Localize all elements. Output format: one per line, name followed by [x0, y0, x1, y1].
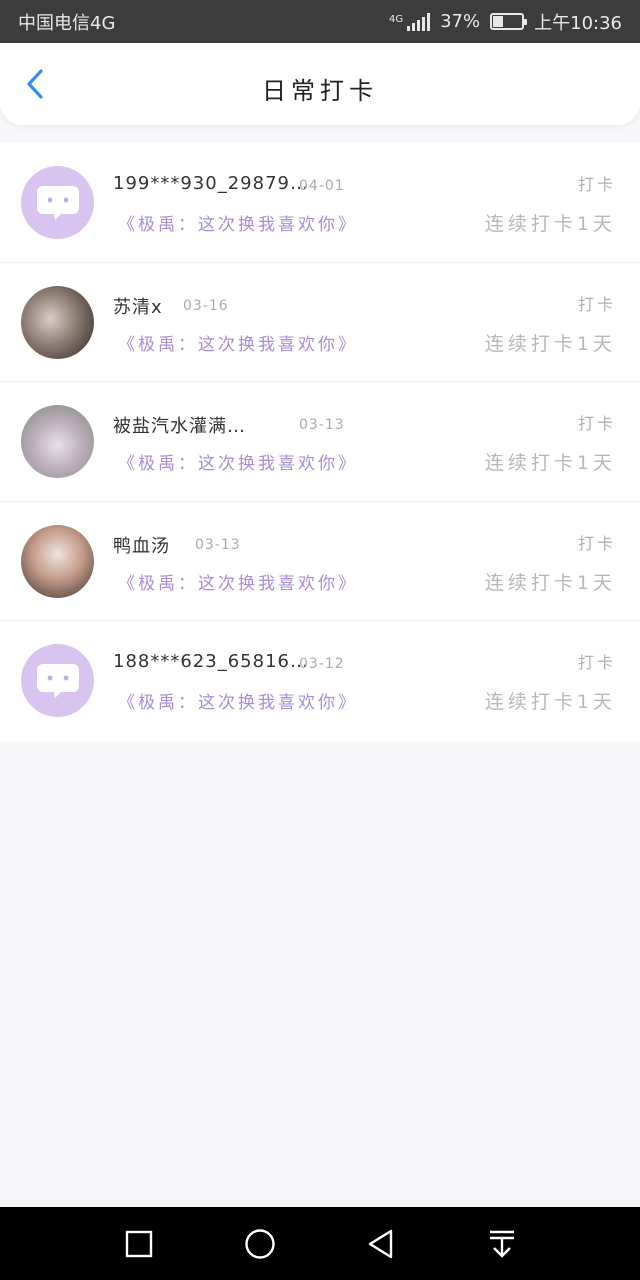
book-title[interactable]: 《极禹：这次换我喜欢你》 — [118, 569, 358, 594]
list-item[interactable]: 188***623_65816… 03-12 《极禹：这次换我喜欢你》 打卡 连… — [0, 621, 640, 741]
status-right: 4G 37% ⚡ 上午10:36 — [389, 9, 622, 35]
streak-label: 连续打卡1天 — [484, 452, 616, 475]
user-name[interactable]: 199***930_29879… — [113, 173, 309, 194]
battery-percent: 37% — [440, 11, 481, 32]
recents-button[interactable] — [119, 1224, 159, 1264]
avatar[interactable] — [21, 405, 94, 479]
streak-label: 连续打卡1天 — [484, 332, 616, 355]
checkin-date: 03-16 — [183, 297, 229, 314]
signal-icon — [407, 12, 431, 31]
checkin-date: 03-13 — [195, 536, 241, 553]
avatar[interactable] — [21, 524, 94, 598]
list-item[interactable]: 被盐汽水灌满… 03-13 《极禹：这次换我喜欢你》 打卡 连续打卡1天 — [0, 382, 640, 502]
checkin-tag: 打卡 — [577, 533, 616, 553]
home-button[interactable] — [240, 1224, 280, 1264]
streak-label: 连续打卡1天 — [484, 213, 616, 235]
pull-down-icon — [489, 1230, 514, 1258]
charging-icon: ⚡ — [503, 16, 511, 27]
streak-label: 连续打卡1天 — [484, 571, 616, 594]
list-item[interactable]: 苏清x 03-16 《极禹：这次换我喜欢你》 打卡 连续打卡1天 — [0, 263, 640, 383]
checkin-tag: 打卡 — [577, 175, 616, 194]
list-item[interactable]: 199***930_29879… 04-01 《极禹：这次换我喜欢你》 打卡 连… — [0, 143, 640, 263]
header: 日常打卡 — [0, 43, 640, 125]
page-title: 日常打卡 — [262, 77, 378, 105]
avatar[interactable] — [21, 285, 94, 359]
square-icon — [125, 1230, 152, 1257]
avatar[interactable] — [21, 644, 94, 718]
user-name[interactable]: 被盐汽水灌满… — [113, 412, 246, 438]
book-title[interactable]: 《极禹：这次换我喜欢你》 — [118, 688, 358, 713]
chat-bubble-icon — [36, 663, 79, 698]
chat-bubble-icon — [36, 185, 79, 220]
system-nav-bar — [0, 1207, 640, 1280]
clock: 上午10:36 — [534, 12, 622, 34]
book-title[interactable]: 《极禹：这次换我喜欢你》 — [118, 449, 358, 474]
streak-label: 连续打卡1天 — [484, 691, 616, 714]
user-name[interactable]: 188***623_65816… — [113, 651, 309, 672]
checkin-tag: 打卡 — [577, 414, 616, 434]
list-item[interactable]: 鸭血汤 03-13 《极禹：这次换我喜欢你》 打卡 连续打卡1天 — [0, 502, 640, 622]
battery-icon: ⚡ — [490, 13, 528, 30]
notification-pull-button[interactable] — [482, 1224, 522, 1264]
book-title[interactable]: 《极禹：这次换我喜欢你》 — [118, 210, 358, 235]
user-name[interactable]: 鸭血汤 — [113, 532, 170, 558]
book-title[interactable]: 《极禹：这次换我喜欢你》 — [118, 330, 358, 355]
user-name[interactable]: 苏清x — [113, 293, 163, 319]
circle-icon — [244, 1228, 275, 1259]
back-nav-button[interactable] — [361, 1224, 401, 1264]
network-type: 4G — [388, 13, 404, 25]
checkin-tag: 打卡 — [577, 294, 616, 314]
checkin-list: 199***930_29879… 04-01 《极禹：这次换我喜欢你》 打卡 连… — [0, 143, 640, 741]
triangle-back-icon — [368, 1229, 392, 1258]
battery-level — [493, 16, 504, 27]
status-bar: 中国电信4G 4G 37% ⚡ 上午10:36 — [0, 0, 640, 43]
signal-indicator: 4G — [388, 12, 431, 31]
avatar[interactable] — [21, 166, 94, 239]
carrier-label: 中国电信4G — [18, 12, 116, 34]
checkin-date: 03-13 — [299, 417, 345, 434]
checkin-tag: 打卡 — [577, 653, 616, 673]
checkin-date: 04-01 — [299, 178, 345, 194]
checkin-date: 03-12 — [299, 656, 345, 673]
